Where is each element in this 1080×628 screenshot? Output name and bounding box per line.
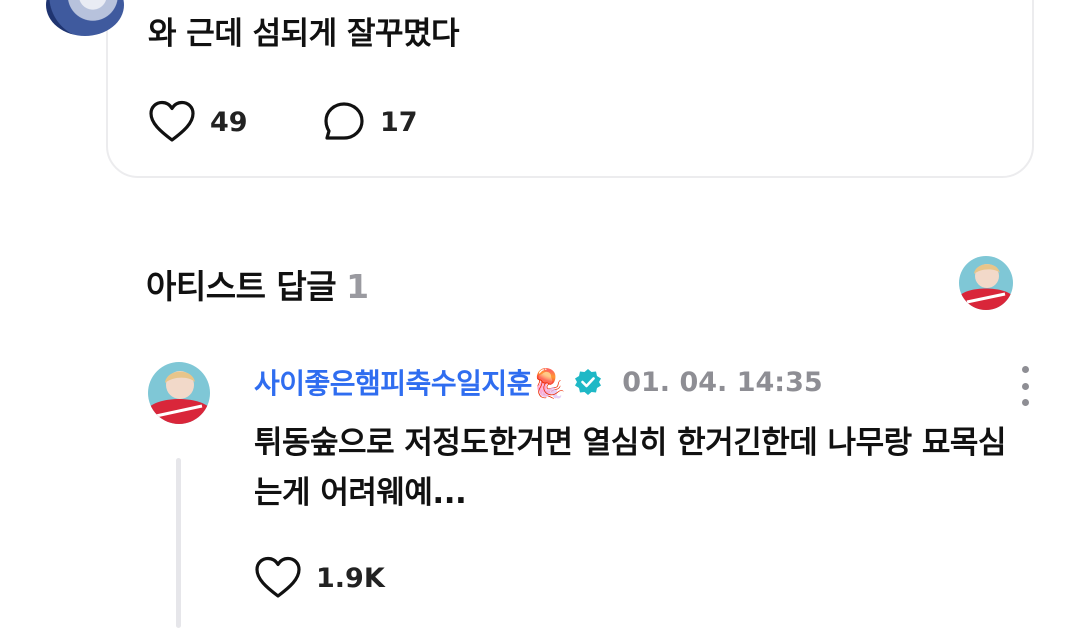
reply-timestamp: 01. 04. 14:35: [622, 366, 823, 398]
post-like-button[interactable]: 49: [148, 100, 248, 144]
reply-header: 사이좋은햄피축수일지훈🪼 01. 04. 14:35: [254, 362, 823, 402]
artist-replies-count: 1: [346, 267, 369, 306]
reply-like-button[interactable]: 1.9K: [254, 556, 385, 600]
artist-avatar[interactable]: [959, 256, 1013, 310]
post-comment-count: 17: [380, 106, 418, 138]
heart-icon: [149, 100, 195, 142]
more-options-icon[interactable]: [1012, 366, 1038, 406]
post-text: 와 근데 섬되게 잘꾸몄다: [148, 16, 460, 52]
artist-replies-title: 아티스트 답글: [146, 267, 337, 306]
post-comment-button[interactable]: 17: [322, 100, 418, 144]
reply-text: 튀동숲으로 저정도한거면 열심히 한거긴한데 나무랑 묘목심는게 어려웨예...: [254, 425, 1006, 511]
reply-author-avatar-image: [148, 362, 210, 424]
reply-author-avatar[interactable]: [148, 362, 210, 424]
artist-avatar-image: [959, 256, 1013, 310]
reply-author-name[interactable]: 사이좋은햄피축수일지훈🪼: [254, 362, 567, 402]
heart-icon: [255, 556, 301, 598]
verified-badge-icon: [574, 368, 602, 396]
reply-thread-line: [176, 458, 181, 628]
reply-like-count: 1.9K: [316, 562, 385, 594]
artist-replies-heading: 아티스트 답글 1: [146, 260, 369, 308]
comment-bubble-icon: [324, 102, 364, 140]
post-like-count: 49: [210, 106, 248, 138]
